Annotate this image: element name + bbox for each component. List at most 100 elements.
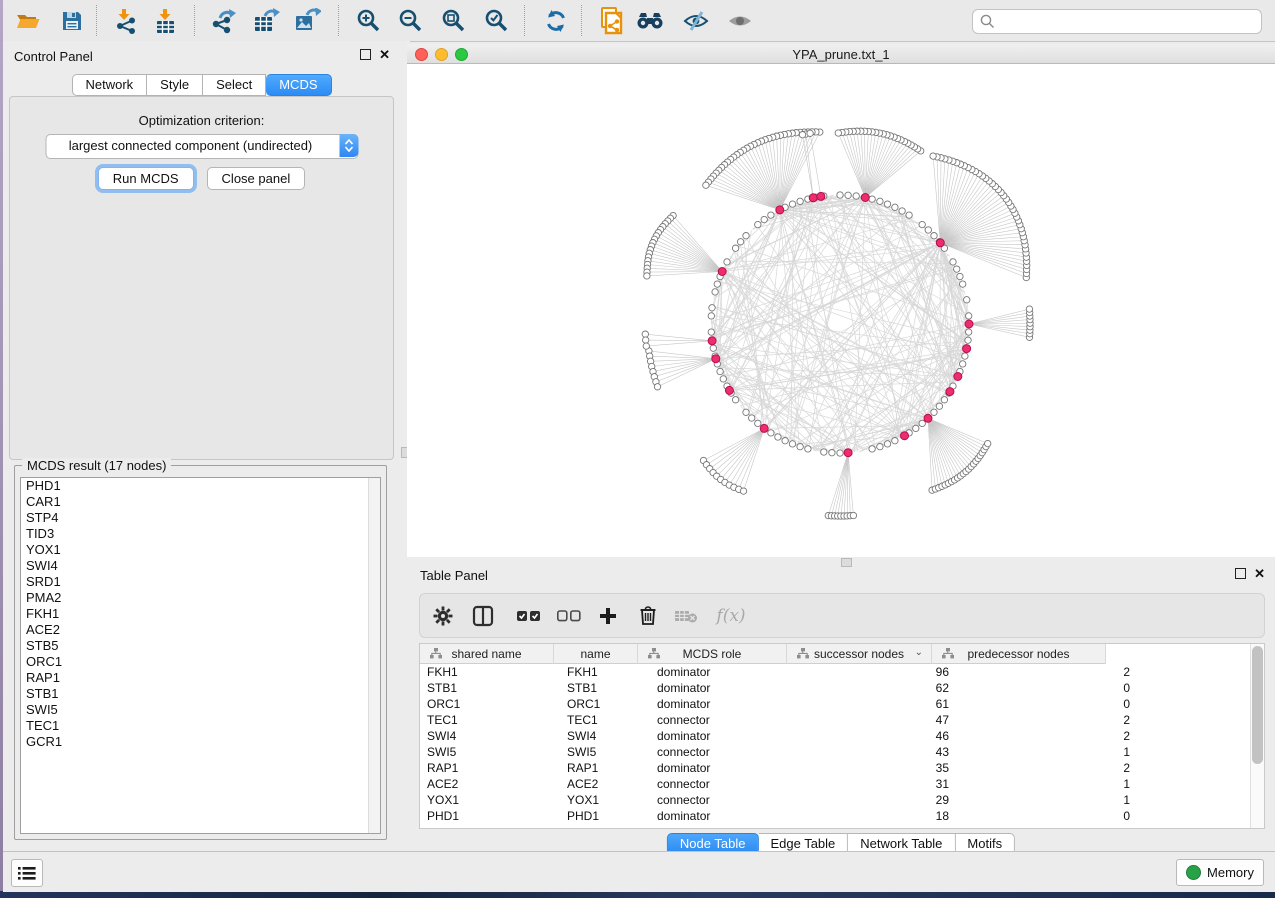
table-cell[interactable]: connector [650, 776, 805, 792]
table-cell[interactable]: 2 [957, 728, 1138, 744]
close-panel-icon[interactable]: ✕ [379, 50, 390, 60]
table-row[interactable]: ORC1ORC1dominator610 [420, 696, 1264, 712]
table-cell[interactable]: TEC1 [420, 712, 560, 728]
task-history-button[interactable] [11, 859, 43, 887]
zoom-in-icon[interactable] [352, 4, 386, 38]
table-cell[interactable]: FKH1 [420, 664, 560, 680]
table-cell[interactable]: PHD1 [420, 808, 560, 824]
table-cell[interactable]: 46 [805, 728, 957, 744]
table-row[interactable]: FKH1FKH1dominator962 [420, 664, 1264, 680]
table-row[interactable]: STB1STB1dominator620 [420, 680, 1264, 696]
clone-network-icon[interactable] [595, 4, 629, 38]
mcds-result-item[interactable]: SWI5 [21, 702, 380, 718]
table-cell[interactable]: RAP1 [420, 760, 560, 776]
table-cell[interactable]: 0 [957, 680, 1138, 696]
table-cell[interactable]: 2 [957, 760, 1138, 776]
table-cell[interactable]: ACE2 [560, 776, 650, 792]
mcds-result-item[interactable]: STB5 [21, 638, 380, 654]
table-cell[interactable]: STB1 [420, 680, 560, 696]
table-cell[interactable]: SWI4 [420, 728, 560, 744]
table-cell[interactable]: 29 [805, 792, 957, 808]
table-cell[interactable]: 1 [957, 792, 1138, 808]
delete-column-icon[interactable] [635, 603, 661, 629]
table-cell[interactable]: 31 [805, 776, 957, 792]
column-header-MCDS-role[interactable]: MCDS role [638, 644, 787, 664]
mcds-result-item[interactable]: RAP1 [21, 670, 380, 686]
table-row[interactable]: YOX1YOX1connector291 [420, 792, 1264, 808]
table-cell[interactable]: STB1 [560, 680, 650, 696]
table-cell[interactable]: dominator [650, 696, 805, 712]
table-cell[interactable]: 18 [805, 808, 957, 824]
split-columns-icon[interactable] [470, 603, 496, 629]
optimization-select[interactable]: largest connected component (undirected) [45, 134, 358, 159]
tab-select[interactable]: Select [203, 74, 266, 96]
table-cell[interactable]: dominator [650, 728, 805, 744]
table-cell[interactable]: dominator [650, 808, 805, 824]
float-table-panel-icon[interactable] [1235, 568, 1246, 579]
tab-style[interactable]: Style [147, 74, 203, 96]
table-cell[interactable]: 1 [957, 744, 1138, 760]
table-cell[interactable]: dominator [650, 760, 805, 776]
close-table-panel-icon[interactable]: ✕ [1254, 569, 1265, 579]
table-row[interactable]: PHD1PHD1dominator180 [420, 808, 1264, 824]
mcds-result-item[interactable]: SRD1 [21, 574, 380, 590]
table-cell[interactable]: ORC1 [560, 696, 650, 712]
mcds-result-item[interactable]: CAR1 [21, 494, 380, 510]
zoom-out-icon[interactable] [394, 4, 428, 38]
export-image-icon[interactable] [290, 4, 324, 38]
table-row[interactable]: TEC1TEC1connector472 [420, 712, 1264, 728]
table-cell[interactable]: dominator [650, 664, 805, 680]
table-cell[interactable]: 96 [805, 664, 957, 680]
table-cell[interactable]: ORC1 [420, 696, 560, 712]
float-panel-icon[interactable] [360, 49, 371, 60]
run-mcds-button[interactable]: Run MCDS [98, 167, 194, 190]
mcds-result-item[interactable]: STP4 [21, 510, 380, 526]
table-row[interactable]: ACE2ACE2connector311 [420, 776, 1264, 792]
table-cell[interactable]: 35 [805, 760, 957, 776]
zoom-selected-icon[interactable] [480, 4, 514, 38]
refresh-icon[interactable] [539, 4, 573, 38]
select-unchecked-icon[interactable] [556, 603, 582, 629]
eye-slash-icon[interactable] [679, 4, 713, 38]
column-header-successor-nodes[interactable]: successor nodes⌄ [787, 644, 932, 664]
horizontal-splitter-handle[interactable] [841, 558, 852, 567]
table-cell[interactable]: 61 [805, 696, 957, 712]
open-folder-icon[interactable] [11, 4, 45, 38]
table-cell[interactable]: connector [650, 792, 805, 808]
mcds-result-item[interactable]: ACE2 [21, 622, 380, 638]
table-cell[interactable]: RAP1 [560, 760, 650, 776]
network-graph[interactable] [407, 64, 1275, 557]
gear-icon[interactable] [430, 603, 456, 629]
table-cell[interactable]: 43 [805, 744, 957, 760]
export-network-icon[interactable] [207, 4, 241, 38]
table-row[interactable]: SWI4SWI4dominator462 [420, 728, 1264, 744]
table-cell[interactable]: TEC1 [560, 712, 650, 728]
table-cell[interactable]: 2 [957, 664, 1138, 680]
table-scrollbar[interactable] [1250, 644, 1264, 828]
mcds-result-item[interactable]: PHD1 [21, 478, 380, 494]
mcds-result-item[interactable]: SWI4 [21, 558, 380, 574]
select-checked-icon[interactable] [516, 603, 542, 629]
table-cell[interactable]: YOX1 [420, 792, 560, 808]
table-cell[interactable]: SWI4 [560, 728, 650, 744]
table-cell[interactable]: 0 [957, 696, 1138, 712]
network-canvas[interactable] [407, 64, 1275, 557]
column-header-name[interactable]: name [554, 644, 638, 664]
table-cell[interactable]: YOX1 [560, 792, 650, 808]
column-header-shared-name[interactable]: shared name [420, 644, 554, 664]
memory-button[interactable]: Memory [1176, 859, 1264, 886]
table-cell[interactable]: connector [650, 712, 805, 728]
table-cell[interactable]: 62 [805, 680, 957, 696]
table-cell[interactable]: ACE2 [420, 776, 560, 792]
mcds-result-item[interactable]: GCR1 [21, 734, 380, 750]
mcds-result-item[interactable]: FKH1 [21, 606, 380, 622]
tab-network[interactable]: Network [71, 74, 147, 96]
table-cell[interactable]: PHD1 [560, 808, 650, 824]
mcds-result-item[interactable]: STB1 [21, 686, 380, 702]
table-cell[interactable]: FKH1 [560, 664, 650, 680]
zoom-fit-icon[interactable] [437, 4, 471, 38]
table-row[interactable]: RAP1RAP1dominator352 [420, 760, 1264, 776]
list-scrollbar[interactable] [368, 478, 380, 833]
mcds-result-item[interactable]: PMA2 [21, 590, 380, 606]
table-cell[interactable]: SWI5 [560, 744, 650, 760]
